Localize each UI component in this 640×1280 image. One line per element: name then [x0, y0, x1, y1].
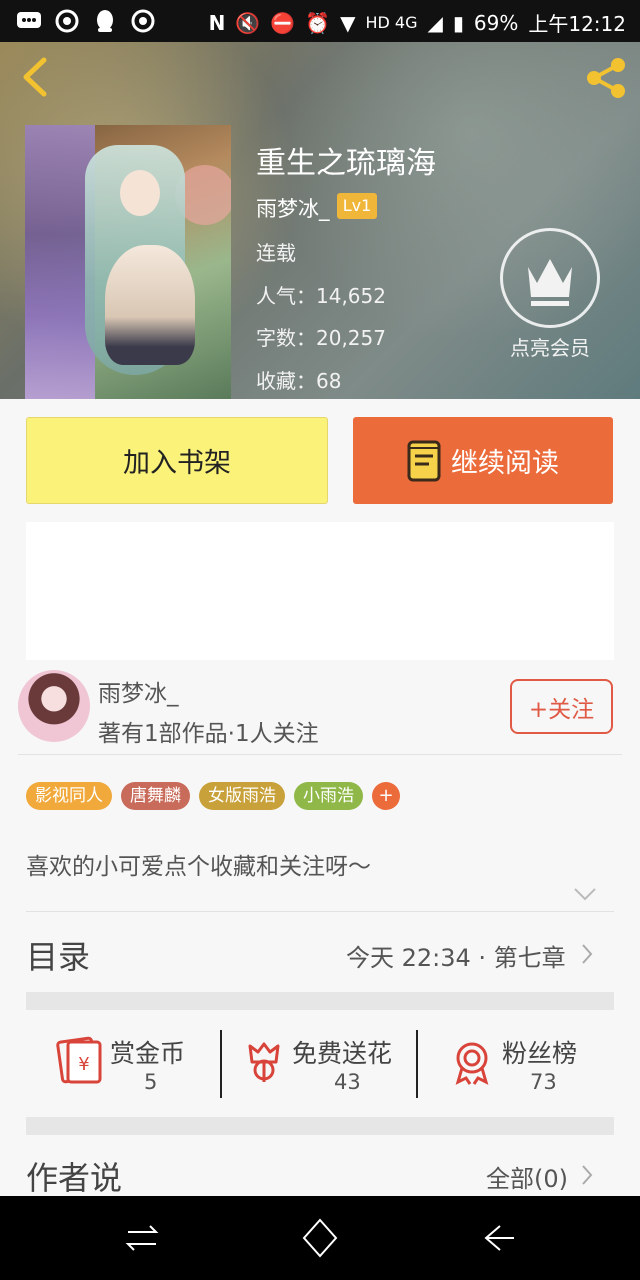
signal-icon: ◢	[427, 10, 443, 35]
tag-chip[interactable]: 唐舞麟	[121, 782, 190, 810]
home-icon[interactable]	[296, 1214, 344, 1262]
book-title: 重生之琉璃海	[256, 146, 436, 181]
book-author[interactable]: 雨梦冰_	[256, 193, 330, 223]
toc-latest-chapter[interactable]: 今天 22:34 · 第七章	[346, 938, 566, 973]
level-badge: Lv1	[337, 193, 377, 219]
tag-chip[interactable]: 女版雨浩	[199, 782, 285, 810]
tag-chip[interactable]: 影视同人	[26, 782, 112, 810]
system-nav-bar	[0, 1196, 640, 1280]
continue-reading-label: 继续阅读	[451, 448, 559, 479]
vibrate-off-icon: ⛔	[270, 10, 296, 35]
follow-label: +关注	[528, 696, 595, 723]
stat-value-fans: 73	[530, 1070, 557, 1094]
author-say-all-link[interactable]: 全部(0)	[486, 1159, 568, 1194]
continue-reading-button[interactable]: 继续阅读	[353, 417, 613, 504]
crown-icon	[528, 259, 572, 306]
book-status: 连载	[256, 241, 296, 265]
chevron-left-icon	[23, 57, 47, 97]
chevron-right-icon	[580, 942, 594, 966]
netease-icon	[130, 8, 156, 34]
book-favorites: 收藏：68	[256, 369, 342, 393]
avatar[interactable]	[18, 670, 90, 742]
status-bar: N 🔇 ⛔ ⏰ ▼ HD 4G ◢ ▮ 69% 上午12:12	[0, 0, 640, 42]
author-card-meta: 著有1部作品·1人关注	[98, 721, 319, 747]
vip-label[interactable]: 点亮会员	[494, 332, 606, 361]
red-envelope-icon[interactable]: ¥	[56, 1034, 104, 1086]
stat-label-flower[interactable]: 免费送花	[292, 1034, 392, 1070]
netease-icon	[54, 8, 80, 34]
alarm-icon: ⏰	[305, 10, 331, 35]
follow-button[interactable]: +关注	[510, 679, 613, 734]
divider	[26, 911, 614, 912]
chevron-right-icon[interactable]	[580, 1163, 594, 1187]
toc-title[interactable]: 目录	[26, 932, 90, 978]
mute-icon: 🔇	[235, 10, 261, 35]
flower-icon[interactable]	[244, 1040, 284, 1084]
vip-button[interactable]	[500, 228, 600, 328]
book-icon	[407, 440, 441, 481]
stat-label-fans[interactable]: 粉丝榜	[502, 1034, 577, 1070]
chevron-down-icon[interactable]	[572, 884, 598, 904]
qq-icon	[92, 8, 118, 34]
stat-value-reward: 5	[144, 1070, 158, 1094]
author-card-name[interactable]: 雨梦冰_	[98, 674, 179, 708]
divider	[416, 1030, 418, 1098]
author-say-title: 作者说	[26, 1159, 123, 1197]
back-nav-icon[interactable]	[474, 1214, 522, 1262]
battery-icon: ▮	[452, 10, 464, 35]
book-intro: 喜欢的小可爱点个收藏和关注呀～	[26, 854, 371, 880]
back-button[interactable]	[18, 56, 54, 98]
network-label: HD 4G	[365, 13, 418, 32]
stat-label-reward[interactable]: 赏金币	[110, 1034, 185, 1070]
tag-chip[interactable]: 小雨浩	[294, 782, 363, 810]
book-word-count: 字数：20,257	[256, 326, 386, 350]
medal-icon[interactable]	[452, 1040, 492, 1086]
nfc-icon: N	[208, 10, 226, 35]
stat-value-flower: 43	[334, 1070, 361, 1094]
blank-panel	[26, 522, 614, 660]
message-icon	[16, 8, 42, 34]
share-button[interactable]	[582, 54, 630, 102]
battery-level: 69%	[473, 10, 519, 35]
book-cover[interactable]	[25, 125, 231, 399]
svg-text:¥: ¥	[78, 1054, 89, 1075]
divider	[220, 1030, 222, 1098]
tag-list: 影视同人 唐舞麟 女版雨浩 小雨浩 +	[26, 782, 400, 810]
add-to-shelf-label: 加入书架	[123, 448, 231, 479]
clock: 上午12:12	[528, 12, 626, 36]
section-separator	[26, 992, 614, 1010]
recent-apps-icon[interactable]	[118, 1214, 166, 1262]
add-tag-button[interactable]: +	[372, 782, 400, 810]
wifi-icon: ▼	[340, 10, 356, 35]
divider	[18, 754, 622, 755]
section-separator	[26, 1117, 614, 1135]
add-to-shelf-button[interactable]: 加入书架	[26, 417, 328, 504]
book-popularity: 人气：14,652	[256, 284, 386, 308]
share-icon	[587, 58, 625, 98]
